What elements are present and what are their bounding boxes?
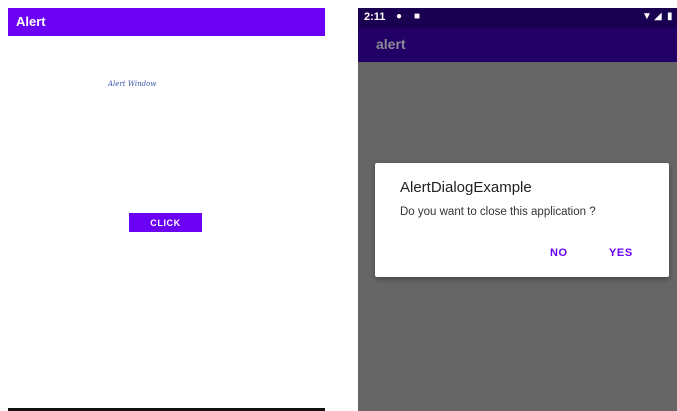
right-app-bar: alert: [358, 28, 677, 62]
left-app-title: Alert: [16, 14, 46, 29]
alert-dialog: AlertDialogExample Do you want to close …: [375, 163, 669, 277]
record-icon: ●: [396, 11, 403, 22]
status-time: 2:11: [364, 11, 386, 23]
wifi-icon: ▼: [642, 11, 652, 22]
click-button[interactable]: CLICK: [129, 213, 202, 232]
left-phone-screen: Alert Alert Window CLICK: [8, 8, 325, 411]
right-app-title: alert: [376, 36, 406, 52]
right-phone-screen: 2:11 ● ■ ▼ ◢ ▮ alert AlertDialogExample …: [358, 8, 677, 411]
dialog-message: Do you want to close this application ?: [400, 206, 596, 218]
yes-button[interactable]: YES: [609, 247, 633, 259]
left-app-bar: Alert: [8, 8, 325, 36]
alert-window-text: Alert Window: [108, 80, 157, 88]
status-bar: 2:11 ● ■ ▼ ◢ ▮: [358, 8, 677, 28]
no-button[interactable]: NO: [550, 247, 568, 259]
battery-icon: ▮: [667, 11, 673, 22]
sim-card-icon: ■: [414, 11, 421, 22]
signal-icon: ◢: [654, 11, 662, 22]
dialog-title: AlertDialogExample: [400, 179, 532, 196]
